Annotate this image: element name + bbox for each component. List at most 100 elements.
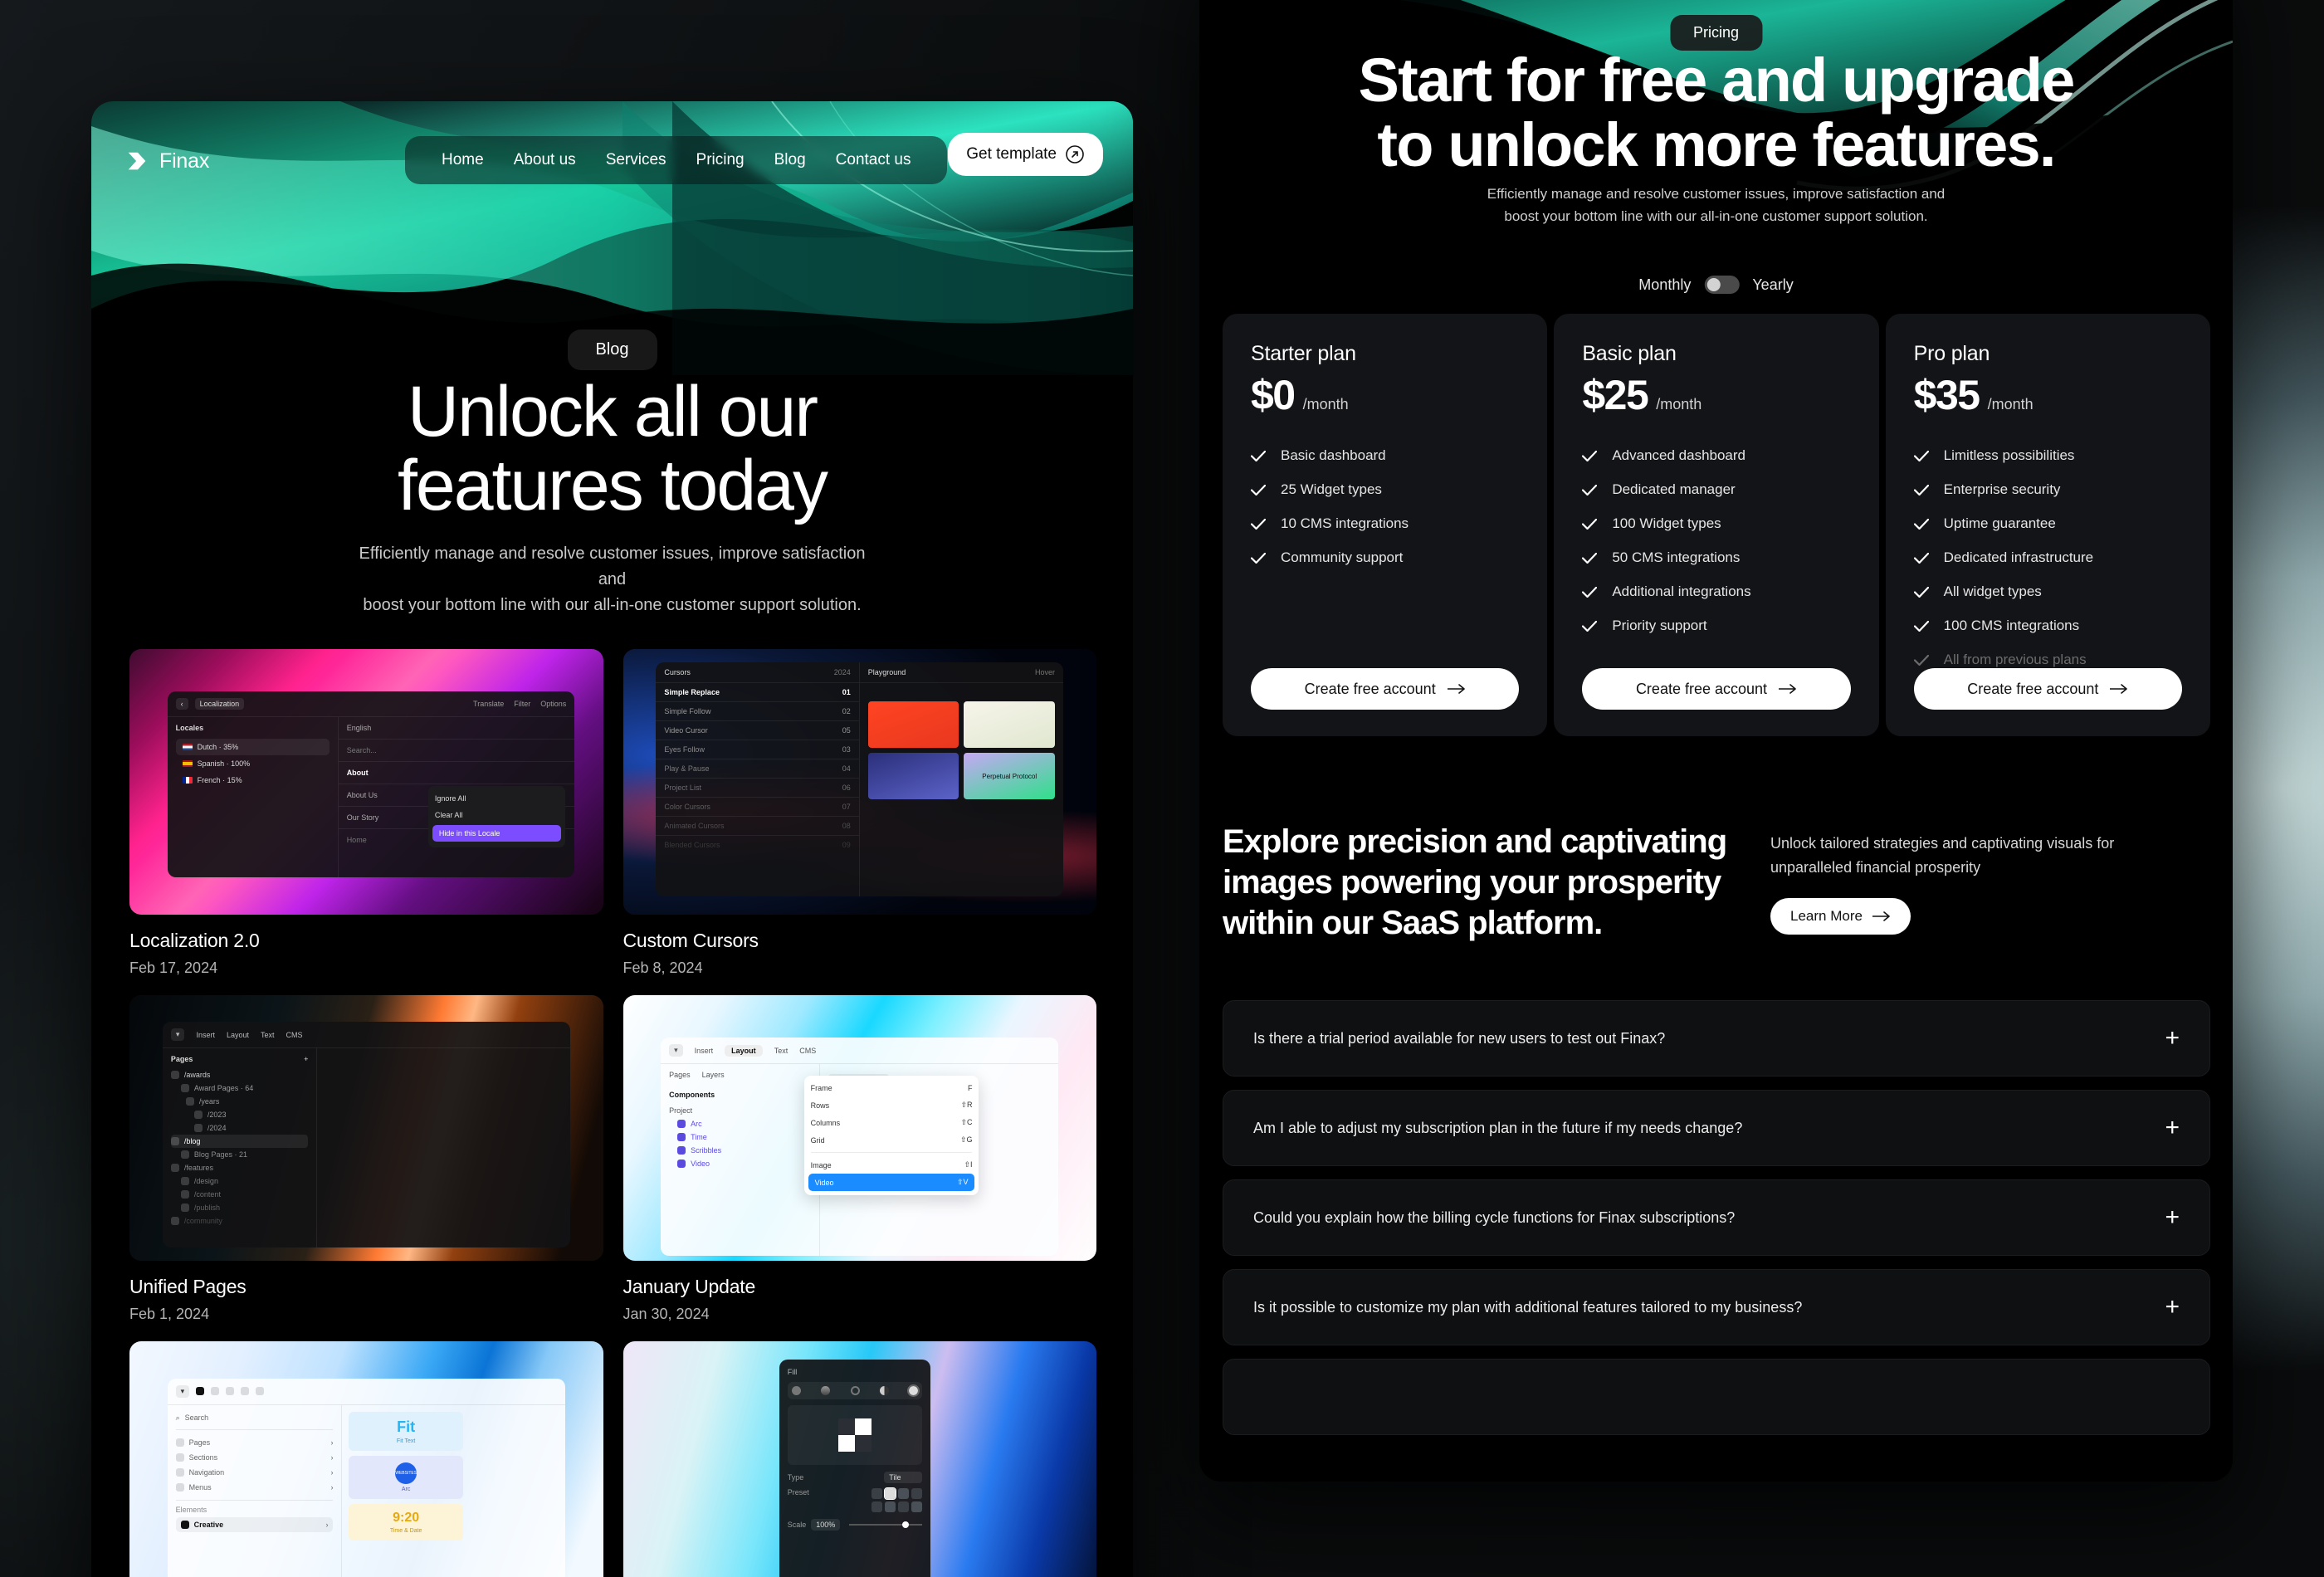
tree-item[interactable]: Project xyxy=(669,1104,811,1117)
tree-item[interactable]: /features xyxy=(184,1164,213,1172)
cursor-row-label[interactable]: Simple Replace xyxy=(664,688,720,696)
menu-item-grid[interactable]: Grid xyxy=(811,1136,825,1145)
preset-swatch[interactable] xyxy=(911,1501,923,1513)
cursor-row-label[interactable]: Animated Cursors xyxy=(664,822,724,830)
preview-tile[interactable] xyxy=(867,753,959,799)
preset-swatch[interactable] xyxy=(898,1488,910,1500)
type-select[interactable]: Tile xyxy=(884,1472,923,1484)
preview-tile-perpetual[interactable]: Perpetual Protocol xyxy=(964,753,1056,799)
tree-item[interactable]: /publish xyxy=(194,1204,220,1212)
preset-swatch[interactable] xyxy=(872,1501,883,1513)
menu-item-rows[interactable]: Rows xyxy=(811,1101,830,1110)
tree-item[interactable]: /content xyxy=(194,1190,221,1199)
faq-item-partial[interactable] xyxy=(1223,1359,2210,1435)
text-icon[interactable] xyxy=(226,1387,235,1396)
faq-item[interactable]: Is it possible to customize my plan with… xyxy=(1223,1269,2210,1345)
menu-item-image[interactable]: Image xyxy=(811,1161,832,1169)
locale-spanish[interactable]: Spanish · 100% xyxy=(198,759,251,768)
toolbar-insert[interactable]: Insert xyxy=(695,1047,714,1055)
tree-item[interactable]: /community xyxy=(184,1217,222,1225)
blog-card[interactable]: ▾ Insert Layout Text CMS Pages Layers Co… xyxy=(622,995,1096,1323)
cursor-row-label[interactable]: Video Cursor xyxy=(664,726,707,735)
toolbar-translate[interactable]: Translate xyxy=(473,700,504,708)
solid-fill-icon[interactable] xyxy=(791,1386,801,1396)
cursor-row-label[interactable]: Play & Pause xyxy=(664,764,709,773)
locale-french[interactable]: French · 15% xyxy=(198,776,242,784)
nav-menus[interactable]: Menus xyxy=(189,1483,212,1492)
element-card-fit-text[interactable]: Fit Fit Text xyxy=(349,1411,463,1451)
plus-icon[interactable]: + xyxy=(2165,1116,2180,1140)
menu-item-columns[interactable]: Columns xyxy=(811,1119,841,1127)
toolbar-text[interactable]: Text xyxy=(774,1047,788,1055)
nav-pages[interactable]: Pages xyxy=(189,1438,211,1447)
tree-item[interactable]: Time xyxy=(691,1133,707,1141)
nav-item-pricing[interactable]: Pricing xyxy=(681,148,759,173)
cursor-row-label[interactable]: Eyes Follow xyxy=(664,745,705,754)
menu-item-frame[interactable]: Frame xyxy=(811,1084,832,1092)
blog-card[interactable]: Fill Type Tile Preset Scale 100% xyxy=(622,1341,1096,1577)
cms-icon[interactable] xyxy=(241,1387,250,1396)
nav-sections[interactable]: Sections xyxy=(189,1453,218,1462)
element-card-arc[interactable]: WEBSITES Arc xyxy=(349,1455,463,1499)
billing-period-toggle[interactable]: Monthly Yearly xyxy=(1638,276,1794,294)
nav-item-services[interactable]: Services xyxy=(591,148,681,173)
pattern-fill-icon[interactable] xyxy=(907,1384,920,1398)
tab-layers[interactable]: Layers xyxy=(702,1071,725,1079)
fill-type-tabs[interactable] xyxy=(787,1382,923,1400)
blog-card[interactable]: ▾ Insert Layout Text CMS Pages + /awards… xyxy=(129,995,603,1323)
locale-dutch[interactable]: Dutch · 35% xyxy=(198,743,239,751)
element-card-time-date[interactable]: 9:20 Time & Date xyxy=(349,1503,463,1540)
menu-item-clear-all[interactable]: Clear All xyxy=(428,807,565,823)
faq-item[interactable]: Is there a trial period available for ne… xyxy=(1223,1000,2210,1077)
angular-gradient-icon[interactable] xyxy=(879,1386,889,1396)
preview-tile[interactable] xyxy=(867,701,959,748)
faq-item[interactable]: Could you explain how the billing cycle … xyxy=(1223,1179,2210,1256)
tree-item[interactable]: /awards xyxy=(184,1071,211,1079)
list-item-english[interactable]: English xyxy=(339,717,575,739)
toolbar-text[interactable]: Text xyxy=(261,1031,275,1039)
tree-item[interactable]: Scribbles xyxy=(691,1146,721,1155)
tree-item[interactable]: Video xyxy=(691,1160,710,1168)
creative-icon[interactable] xyxy=(256,1387,265,1396)
tree-item[interactable]: /2024 xyxy=(208,1124,227,1132)
blog-card[interactable]: ▾ ⌕ Search Pages › Sections › Navigation… xyxy=(129,1341,603,1577)
creative-search-input[interactable]: Search xyxy=(185,1413,209,1422)
get-template-button[interactable]: Get template xyxy=(948,133,1103,176)
app-menu-icon[interactable]: ▾ xyxy=(170,1028,185,1041)
app-menu-icon[interactable]: ▾ xyxy=(669,1044,683,1057)
scale-slider[interactable] xyxy=(849,1521,923,1529)
app-menu-icon[interactable]: ▾ xyxy=(175,1384,190,1398)
preset-grid[interactable] xyxy=(872,1487,923,1513)
create-free-account-button[interactable]: Create free account xyxy=(1582,668,1851,710)
create-free-account-button[interactable]: Create free account xyxy=(1913,668,2182,710)
menu-item-video[interactable]: Video xyxy=(815,1179,834,1187)
tab-pages[interactable]: Pages xyxy=(669,1071,691,1079)
plus-icon[interactable]: + xyxy=(2165,1295,2180,1320)
toolbar-insert[interactable]: Insert xyxy=(196,1031,215,1039)
list-item-about[interactable]: About xyxy=(339,762,575,784)
brand[interactable]: Finax xyxy=(124,149,209,173)
menu-item-hide-in-locale[interactable]: Hide in this Locale xyxy=(432,824,561,842)
create-free-account-button[interactable]: Create free account xyxy=(1251,668,1520,710)
toolbar-cms[interactable]: CMS xyxy=(799,1047,816,1055)
preset-swatch[interactable] xyxy=(911,1488,923,1500)
tree-item[interactable]: Blog Pages · 21 xyxy=(194,1150,247,1159)
toolbar-filter[interactable]: Filter xyxy=(514,700,530,708)
preset-swatch[interactable] xyxy=(898,1501,910,1513)
linear-gradient-icon[interactable] xyxy=(821,1386,831,1396)
radial-gradient-icon[interactable] xyxy=(850,1386,860,1396)
tree-item[interactable]: /2023 xyxy=(208,1111,227,1119)
billing-monthly-label[interactable]: Monthly xyxy=(1638,276,1691,294)
preset-swatch[interactable] xyxy=(872,1488,883,1500)
tree-item-blog[interactable]: /blog xyxy=(184,1137,201,1145)
plus-icon[interactable]: + xyxy=(2165,1205,2180,1230)
nav-navigation[interactable]: Navigation xyxy=(189,1468,225,1477)
nav-item-contact-us[interactable]: Contact us xyxy=(821,148,926,173)
preset-swatch-active[interactable] xyxy=(884,1487,897,1501)
layout-icon[interactable] xyxy=(211,1387,220,1396)
toolbar-options[interactable]: Options xyxy=(540,700,566,708)
tree-item[interactable]: /design xyxy=(194,1177,218,1185)
tree-item[interactable]: /years xyxy=(199,1097,220,1106)
cursor-row-label[interactable]: Simple Follow xyxy=(664,707,710,715)
faq-item[interactable]: Am I able to adjust my subscription plan… xyxy=(1223,1090,2210,1166)
